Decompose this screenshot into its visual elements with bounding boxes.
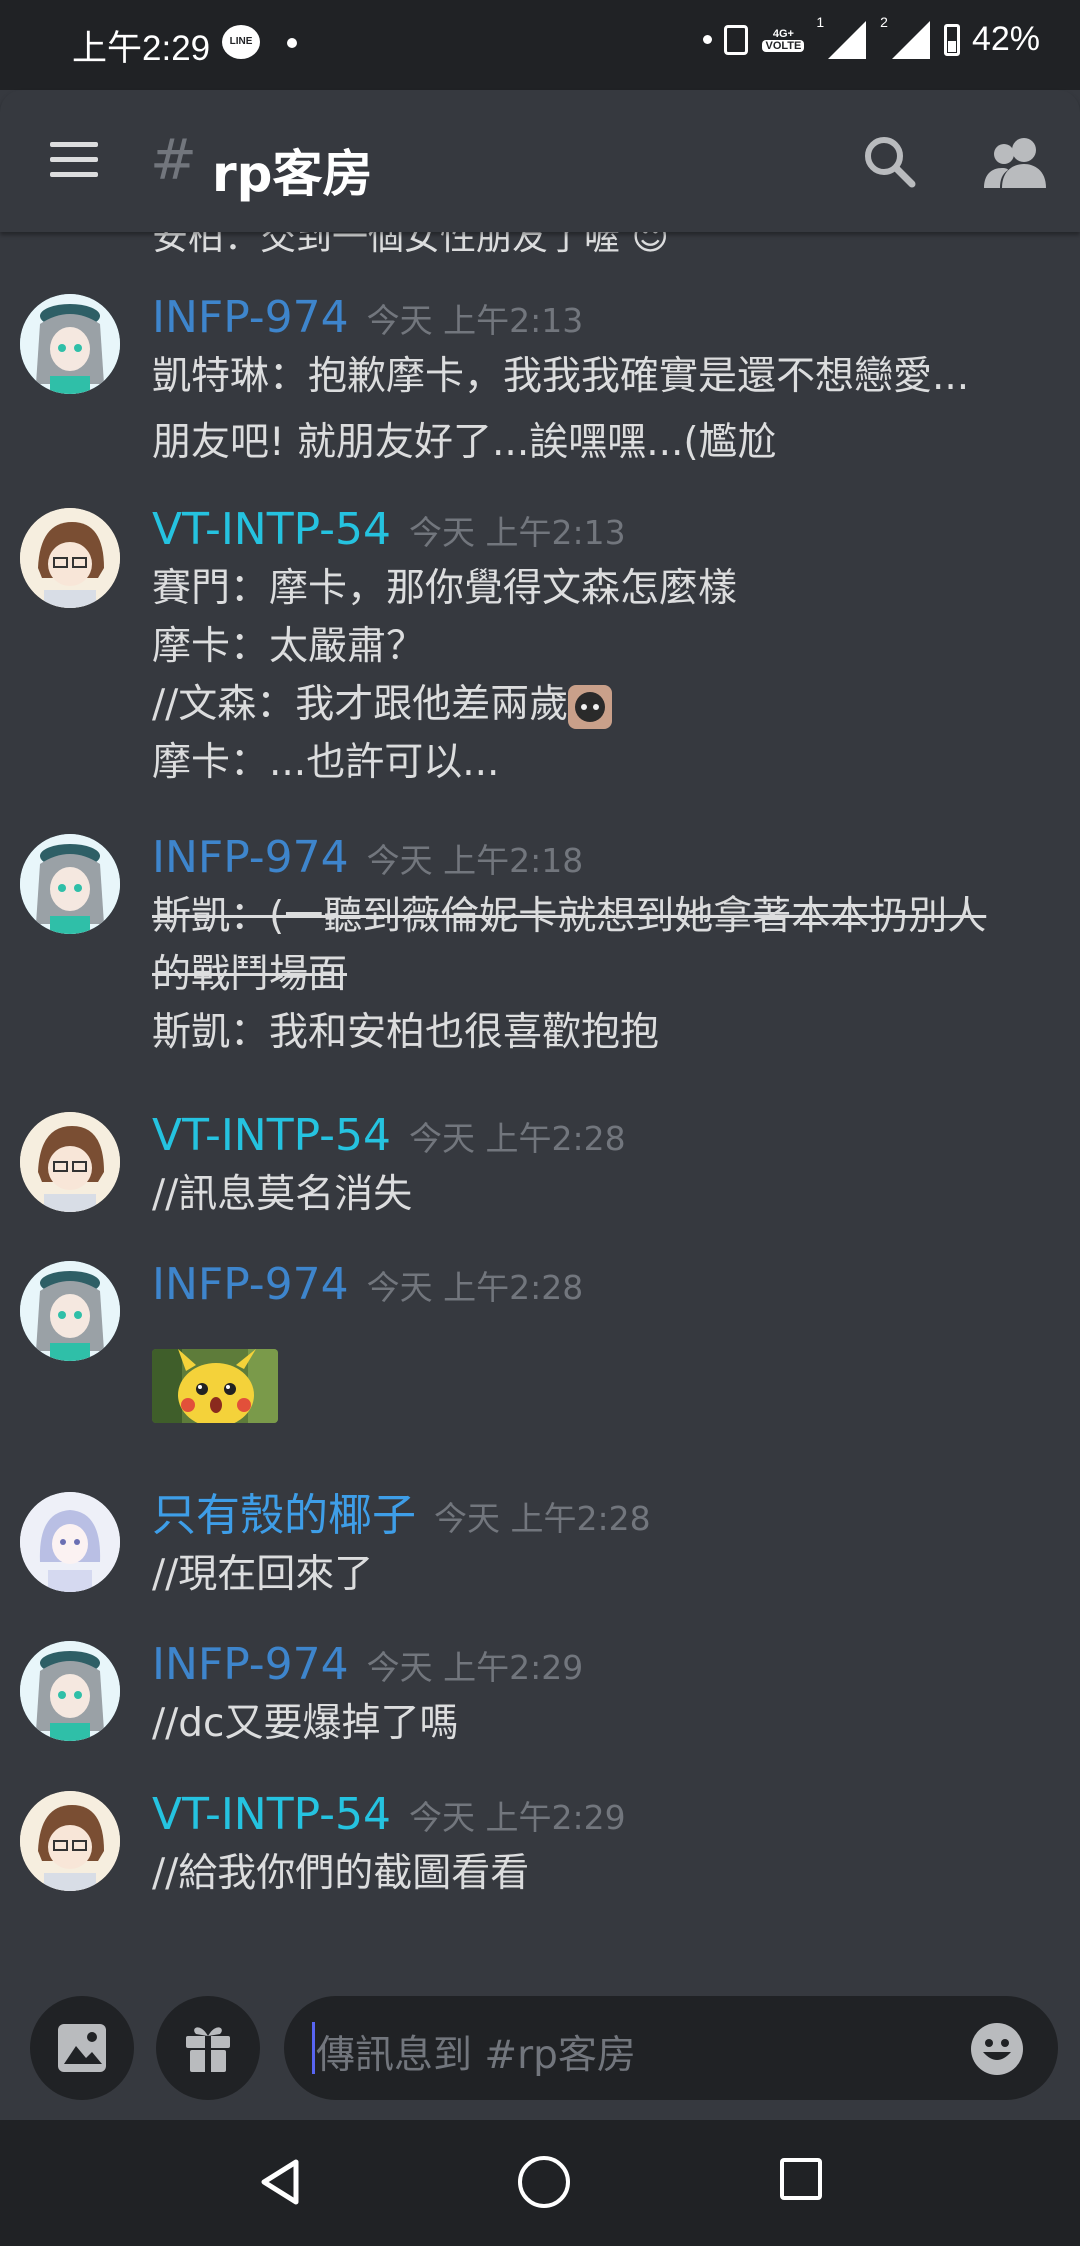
message-line: 摩卡：...也許可以... xyxy=(152,740,500,785)
avatar[interactable] xyxy=(20,1791,120,1891)
message-line: //現在回來了 xyxy=(152,1552,374,1597)
message-author[interactable]: 只有殼的椰子 今天 上午2:28 xyxy=(152,1490,651,1545)
sim1-label: 1 xyxy=(816,13,825,30)
back-icon[interactable] xyxy=(256,2156,308,2208)
message-content: 賽門：摩卡，那你覺得文森怎麼樣 摩卡：太嚴肅？ //文森：我才跟他差兩歲 摩卡：… xyxy=(152,560,1052,792)
emoji-picker-icon[interactable] xyxy=(970,2022,1024,2076)
message-timestamp: 今天 上午2:28 xyxy=(409,1119,626,1158)
custom-emoji-icon[interactable] xyxy=(568,684,613,729)
message-timestamp: 今天 上午2:13 xyxy=(409,513,626,552)
message-timestamp: 今天 上午2:28 xyxy=(366,1268,584,1307)
message-timestamp: 今天 上午2:28 xyxy=(434,1499,651,1538)
message-line: 摩卡：太嚴肅？ xyxy=(152,624,426,669)
line-app-icon: LINE xyxy=(222,25,260,59)
message-author[interactable]: INFP-974 今天 上午2:29 xyxy=(152,1639,583,1694)
message-line-with-emoji: //文森：我才跟他差兩歲 xyxy=(152,676,1052,734)
battery-icon xyxy=(943,23,960,56)
message-author[interactable]: INFP-974 今天 上午2:13 xyxy=(152,292,583,347)
strikethrough-line: 的戰鬥場面 xyxy=(152,952,348,997)
search-icon[interactable] xyxy=(860,132,920,192)
avatar[interactable] xyxy=(20,834,120,934)
author-name[interactable]: INFP-974 xyxy=(152,832,349,883)
home-icon[interactable] xyxy=(518,2156,570,2208)
avatar[interactable] xyxy=(20,1641,120,1741)
author-name[interactable]: 只有殼的椰子 xyxy=(152,1490,416,1541)
image-icon xyxy=(58,2024,106,2072)
avatar[interactable] xyxy=(20,1492,120,1592)
message-content: //訊息莫名消失 xyxy=(152,1166,1052,1224)
message-line: //文森：我才跟他差兩歲 xyxy=(152,682,569,727)
sim2-label: 2 xyxy=(880,13,888,30)
message-author[interactable]: INFP-974 今天 上午2:28 xyxy=(152,1259,583,1314)
message-input-placeholder: 傳訊息到 #rp客房 xyxy=(316,2033,636,2078)
menu-icon[interactable] xyxy=(50,142,98,178)
volte-label: VOLTE xyxy=(762,39,805,52)
author-name[interactable]: VT-INTP-54 xyxy=(152,1110,391,1161)
status-icons: 4G+ VOLTE 1 2 42% xyxy=(703,14,1040,59)
message-list[interactable]: 安柏：交到一個女性朋友了喔 ☺ INFP-974 今天 上午2:13 凱特琳：抱歉… xyxy=(0,232,1080,1972)
battery-percent: 42% xyxy=(971,20,1040,58)
network-type-icon: 4G+ VOLTE xyxy=(762,27,805,52)
surprised-pikachu-image[interactable] xyxy=(152,1349,278,1423)
gift-button[interactable] xyxy=(156,1996,260,2100)
message-input[interactable]: 傳訊息到 #rp客房 xyxy=(284,1996,1058,2100)
avatar[interactable] xyxy=(20,294,120,394)
channel-header: # rp客房 xyxy=(0,90,1080,232)
message-line: 朋友吧! 就朋友好了...誒嘿嘿...(尷尬 xyxy=(152,420,777,465)
message-content: 斯凱：(一聽到薇倫妮卡就想到她拿著本本扔別人 的戰鬥場面 斯凱：我和安柏也很喜歡… xyxy=(152,888,1052,1062)
network-label: 4G+ xyxy=(772,27,794,40)
message-line: //dc又要爆掉了嗎 xyxy=(152,1701,459,1746)
message-timestamp: 今天 上午2:18 xyxy=(366,841,584,880)
message-timestamp: 今天 上午2:13 xyxy=(366,301,584,340)
members-icon[interactable] xyxy=(980,132,1050,192)
author-name[interactable]: INFP-974 xyxy=(152,1259,349,1310)
message-content: //給我你們的截圖看看 xyxy=(152,1845,1052,1903)
status-time: 上午2:29 xyxy=(72,29,211,68)
system-navigation-bar xyxy=(0,2120,1080,2246)
recent-apps-icon[interactable] xyxy=(780,2158,822,2200)
message-line: //給我你們的截圖看看 xyxy=(152,1851,530,1896)
vibrate-icon xyxy=(724,24,749,55)
message-author[interactable]: VT-INTP-54 今天 上午2:28 xyxy=(152,1110,626,1165)
author-name[interactable]: INFP-974 xyxy=(152,292,349,343)
status-bar: 上午2:29 LINE 4G+ VOLTE 1 2 42% xyxy=(0,0,1080,90)
message-line: 凱特琳：抱歉摩卡，我我我確實是還不想戀愛... xyxy=(152,354,970,399)
message-content: //dc又要爆掉了嗎 xyxy=(152,1695,1052,1753)
author-name[interactable]: VT-INTP-54 xyxy=(152,504,391,555)
message-author[interactable]: VT-INTP-54 今天 上午2:13 xyxy=(152,504,626,559)
author-name[interactable]: INFP-974 xyxy=(152,1639,349,1690)
message-author[interactable]: INFP-974 今天 上午2:18 xyxy=(152,832,583,887)
dot-icon xyxy=(703,35,713,44)
message-content: //現在回來了 xyxy=(152,1546,1052,1604)
author-name[interactable]: VT-INTP-54 xyxy=(152,1789,391,1840)
message-line: //訊息莫名消失 xyxy=(152,1172,413,1217)
message-author[interactable]: VT-INTP-54 今天 上午2:29 xyxy=(152,1789,626,1844)
signal-sim2-icon xyxy=(891,20,930,59)
message-composer: 傳訊息到 #rp客房 xyxy=(0,1972,1080,2120)
message-timestamp: 今天 上午2:29 xyxy=(409,1798,626,1837)
avatar[interactable] xyxy=(20,508,120,608)
channel-title: rp客房 xyxy=(212,145,373,203)
channel-hash-icon: # xyxy=(150,128,197,193)
message-content: 凱特琳：抱歉摩卡，我我我確實是還不想戀愛... 朋友吧! 就朋友好了...誒嘿嘿… xyxy=(152,348,1052,472)
message-timestamp: 今天 上午2:29 xyxy=(366,1648,584,1687)
message-line: 賽門：摩卡，那你覺得文森怎麼樣 xyxy=(152,566,738,611)
strikethrough-line: 斯凱：(一聽到薇倫妮卡就想到她拿著本本扔別人 xyxy=(152,894,987,939)
attach-image-button[interactable] xyxy=(30,1996,134,2100)
cutoff-message-text: 安柏：交到一個女性朋友了喔 ☺ xyxy=(152,232,669,258)
message-line: 斯凱：我和安柏也很喜歡抱抱 xyxy=(152,1010,660,1055)
gift-icon xyxy=(186,2027,230,2072)
avatar[interactable] xyxy=(20,1261,120,1361)
text-caret xyxy=(312,2022,315,2074)
notification-dot-icon xyxy=(287,38,297,48)
avatar[interactable] xyxy=(20,1112,120,1212)
signal-sim1-icon xyxy=(828,20,867,59)
